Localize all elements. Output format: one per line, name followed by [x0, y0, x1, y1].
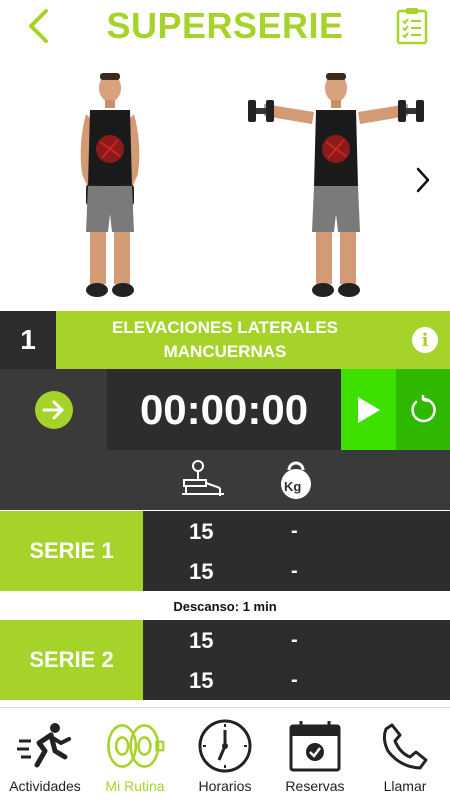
exercise-name: ELEVACIONES LATERALES MANCUERNAS	[56, 311, 394, 369]
running-person-icon	[15, 716, 75, 776]
play-icon	[357, 396, 380, 423]
exercise-illustration	[0, 52, 450, 310]
exercise-header: 1 ELEVACIONES LATERALES MANCUERNAS i	[0, 311, 450, 369]
reps-value[interactable]: 15	[189, 668, 213, 694]
weight-plates-icon	[105, 716, 165, 776]
tab-label: Reservas	[285, 778, 345, 794]
clock-icon	[195, 716, 255, 776]
timer-display: 00:00:00	[139, 385, 309, 433]
next-image-button[interactable]	[408, 160, 438, 200]
series-label-1[interactable]: SERIE 1	[0, 511, 143, 591]
series-values-1: 15 - 15 -	[143, 511, 450, 591]
weight-value[interactable]: -	[291, 669, 298, 692]
weight-value[interactable]: -	[291, 560, 298, 583]
timer-bar: 00:00:00	[0, 369, 450, 450]
exercise-name-line2: MANCUERNAS	[163, 342, 287, 361]
play-button[interactable]	[341, 369, 396, 450]
chevron-left-icon	[29, 9, 48, 43]
reps-value[interactable]: 15	[189, 628, 213, 654]
clipboard-button[interactable]	[392, 6, 432, 46]
back-button[interactable]	[18, 6, 58, 46]
tab-label: Mi Rutina	[105, 778, 165, 794]
reset-button[interactable]	[396, 369, 450, 450]
weight-value[interactable]: -	[291, 629, 298, 652]
reps-value[interactable]: 15	[189, 559, 213, 585]
series-row-1: SERIE 1 15 - 15 -	[0, 511, 450, 591]
tab-reservas[interactable]: Reservas	[270, 708, 360, 801]
reps-value[interactable]: 15	[189, 519, 213, 545]
exercise-name-line1: ELEVACIONES LATERALES	[111, 318, 339, 337]
series-column-header: Kg	[0, 450, 450, 510]
weight-unit-label: Kg	[284, 479, 302, 494]
chevron-right-icon	[416, 167, 430, 193]
tab-llamar[interactable]: Llamar	[360, 708, 450, 801]
tab-label: Llamar	[383, 778, 427, 794]
tab-mi-rutina[interactable]: Mi Rutina	[90, 708, 180, 801]
tab-horarios[interactable]: Horarios	[180, 708, 270, 801]
phone-icon	[375, 716, 435, 776]
arrow-right-icon	[42, 400, 63, 419]
exercise-start-position-image	[80, 73, 140, 297]
tab-label: Horarios	[198, 778, 252, 794]
exercise-number: 1	[0, 311, 56, 369]
next-exercise-area	[0, 369, 107, 450]
tab-actividades[interactable]: Actividades	[0, 708, 90, 801]
bottom-tab-bar: Actividades Mi Rutina Horarios Reservas …	[0, 707, 450, 801]
exercise-end-position-image	[248, 73, 424, 297]
info-button[interactable]: i	[412, 327, 438, 353]
header: SUPERSERIE	[0, 0, 450, 52]
rest-time-label: Descanso: 1 min	[173, 599, 277, 614]
page-title: SUPERSERIE	[106, 5, 344, 46]
tab-label: Actividades	[9, 778, 81, 794]
bench-press-icon	[182, 460, 224, 496]
series-row-2: SERIE 2 15 - 15 -	[0, 620, 450, 700]
calendar-check-icon	[285, 716, 345, 776]
series-label-2[interactable]: SERIE 2	[0, 620, 143, 700]
clipboard-checklist-icon	[396, 8, 428, 45]
reset-icon	[411, 394, 436, 422]
next-exercise-button[interactable]	[34, 390, 73, 429]
series-values-2: 15 - 15 -	[143, 620, 450, 700]
weight-value[interactable]: -	[291, 520, 298, 543]
